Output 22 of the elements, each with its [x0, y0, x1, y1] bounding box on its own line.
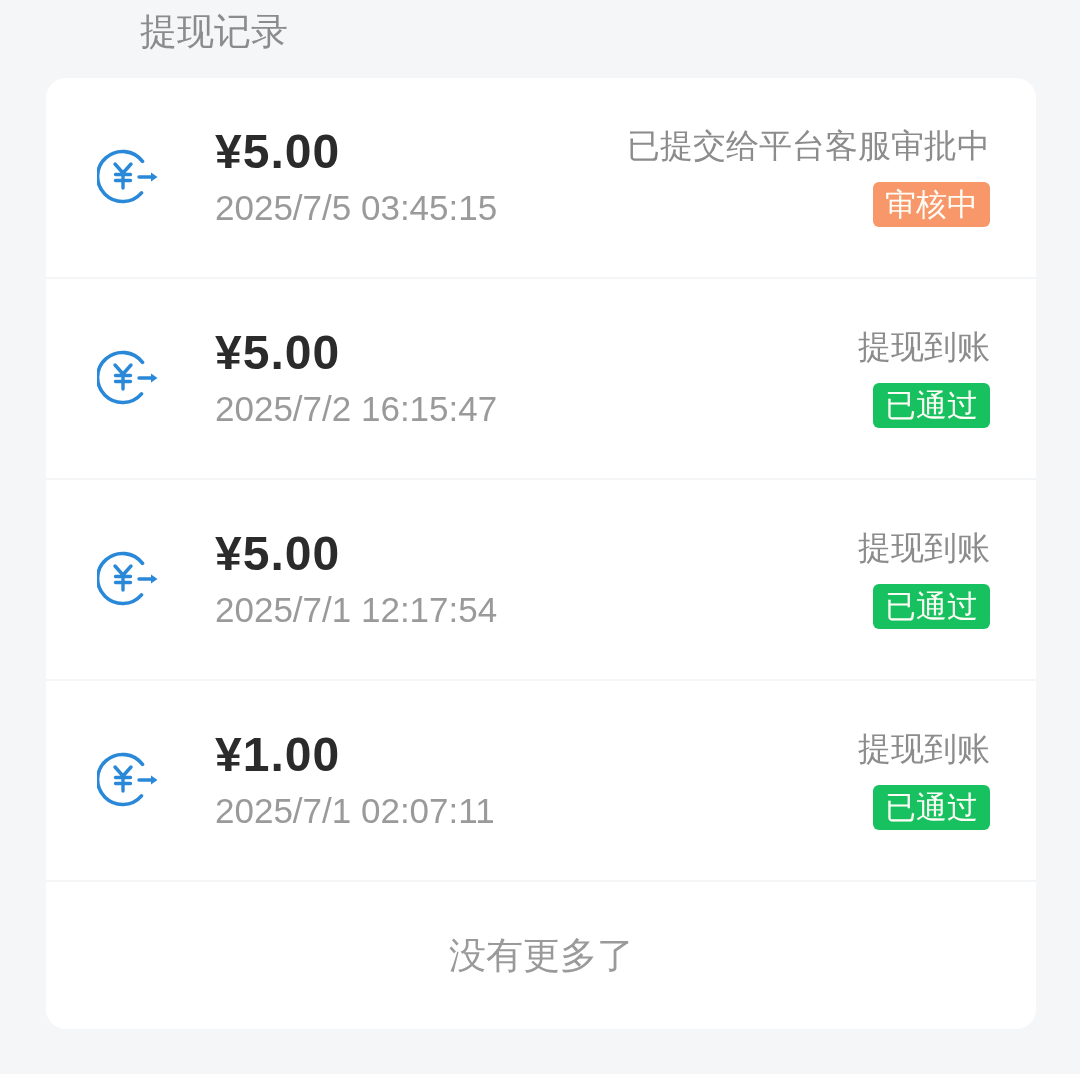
page-title: 提现记录 — [140, 10, 288, 54]
amount-text: ¥5.00 — [215, 124, 342, 180]
status-note: 提现到账 — [858, 326, 990, 368]
end-of-list-text: 没有更多了 — [448, 933, 634, 978]
status-tag: 已通过 — [873, 785, 990, 830]
status-tag: 已通过 — [873, 584, 990, 629]
time-text: 2025/7/1 12:17:54 — [215, 589, 498, 631]
time-text: 2025/7/1 02:07:11 — [215, 790, 495, 832]
yen-arrow-icon — [97, 549, 159, 606]
time-text: 2025/7/2 16:15:47 — [215, 388, 498, 430]
status-tag: 已通过 — [873, 383, 990, 428]
status-note: 已提交给平台客服审批中 — [627, 125, 990, 167]
amount-text: ¥1.00 — [215, 727, 342, 783]
amount-text: ¥5.00 — [215, 526, 342, 582]
status-tag: 审核中 — [873, 182, 990, 227]
time-text: 2025/7/5 03:45:15 — [215, 187, 498, 229]
status-note: 提现到账 — [858, 728, 990, 770]
yen-arrow-icon — [97, 348, 159, 405]
status-note: 提现到账 — [858, 527, 990, 569]
yen-arrow-icon — [97, 750, 159, 807]
yen-arrow-icon — [97, 147, 159, 204]
amount-text: ¥5.00 — [215, 325, 342, 381]
